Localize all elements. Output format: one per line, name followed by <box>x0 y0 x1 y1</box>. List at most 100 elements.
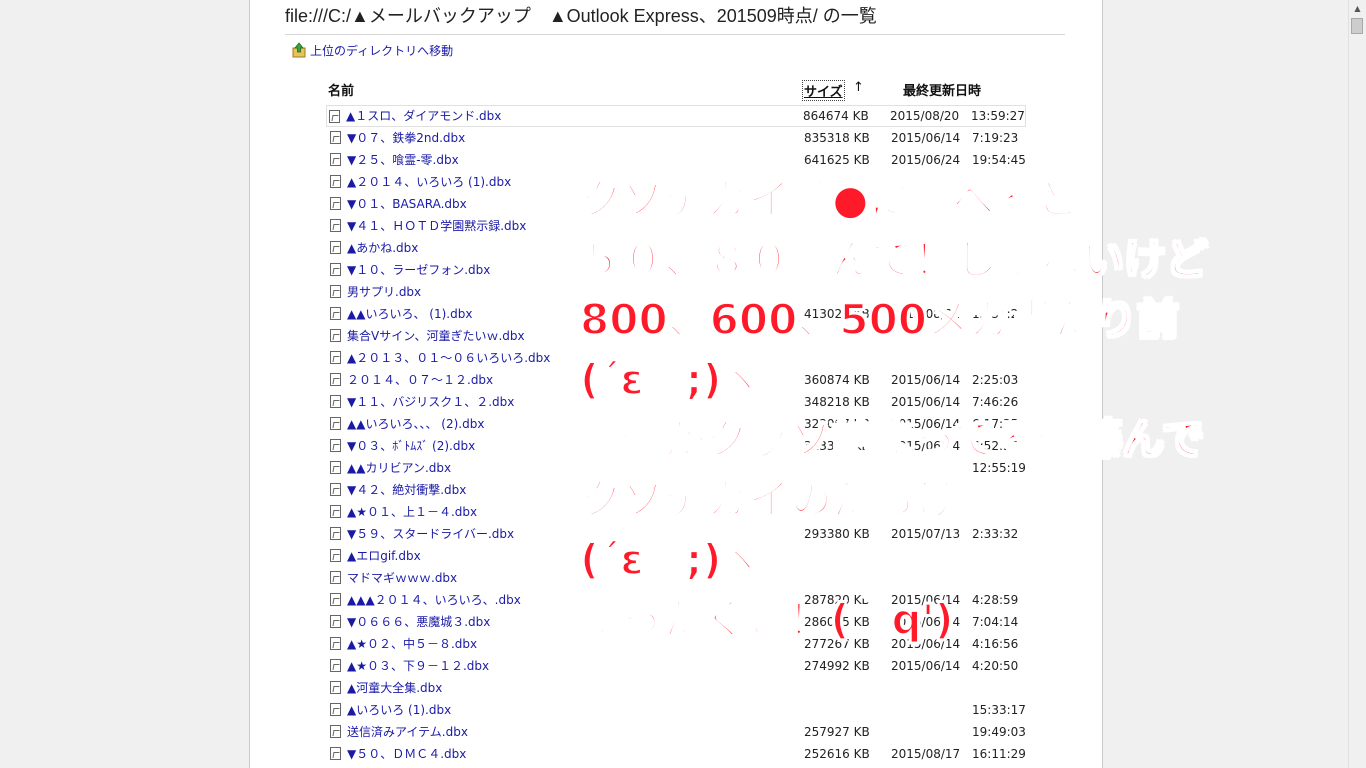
scroll-up-arrow-icon[interactable]: ▲ <box>1349 0 1366 17</box>
file-icon <box>330 681 341 694</box>
file-icon <box>330 505 341 518</box>
file-icon <box>330 549 341 562</box>
file-name-link[interactable]: ▼０６６６、悪魔城３.dbx <box>347 611 490 633</box>
file-icon <box>330 483 341 496</box>
file-name-link[interactable]: ▼０３、ﾎﾞﾄﾑｽﾞ (2).dbx <box>347 435 475 457</box>
file-time: 7:46:26 <box>972 395 1019 409</box>
column-header-size[interactable]: サイズ <box>802 80 845 101</box>
file-size: 274992 KB <box>804 659 870 673</box>
file-time: 6:17:35 <box>972 417 1019 431</box>
file-time: 4:28:59 <box>972 593 1019 607</box>
file-name-link[interactable]: ▲★０１、上１－４.dbx <box>347 501 477 523</box>
file-name-link[interactable]: ２０１４、０７～１２.dbx <box>347 369 493 391</box>
file-name-link[interactable]: ▲河童大全集.dbx <box>347 677 442 699</box>
table-row: ▲▲いろいろ、、、 (2).dbx 323007 KB 2015/06/14 6:17… <box>328 413 1026 435</box>
file-date: 2015/06/14 <box>891 593 961 607</box>
table-row: ▲いろいろ (1).dbx 15:33:17 <box>328 699 1026 721</box>
table-row: ▲▲カリビアン.dbx 12:55:19 <box>328 457 1026 479</box>
file-time: 7:04:14 <box>972 615 1019 629</box>
table-row: ▼５０、ＤＭＣ４.dbx 252616 KB 2015/08/17 16:11:29 <box>328 743 1026 765</box>
file-icon <box>330 175 341 188</box>
file-name-link[interactable]: マドマギｗｗｗ.dbx <box>347 567 457 589</box>
table-row: ▼０３、ﾎﾞﾄﾑｽﾞ (2).dbx 313368 KB 2015/06/14 6:5… <box>328 435 1026 457</box>
file-size: 252616 KB <box>804 747 870 761</box>
file-name-link[interactable]: ▼４１、ＨＯＴＤ学園黙示録.dbx <box>347 215 526 237</box>
file-size: 413027 KB <box>804 307 870 321</box>
table-row: ▲河童大全集.dbx <box>328 677 1026 699</box>
file-name-link[interactable]: 男サプリ.dbx <box>347 281 421 303</box>
file-name-link[interactable]: ▲▲▲２０１４、いろいろ、.dbx <box>347 589 521 611</box>
file-icon <box>330 417 341 430</box>
file-name-link[interactable]: ▲▲いろいろ、、、 (2).dbx <box>347 413 484 435</box>
file-size: 360874 KB <box>804 373 870 387</box>
file-date: 2015/08/21 <box>891 307 961 321</box>
file-name-link[interactable]: ▲★０３、下９－１２.dbx <box>347 655 489 677</box>
file-name-link[interactable]: ▲２０１４、いろいろ (1).dbx <box>347 171 511 193</box>
file-time: 4:16:56 <box>972 637 1019 651</box>
file-icon <box>330 439 341 452</box>
file-size: 277267 KB <box>804 637 870 651</box>
table-row: ▼４１、ＨＯＴＤ学園黙示録.dbx <box>328 215 1026 237</box>
file-icon <box>330 131 341 144</box>
file-icon <box>330 593 341 606</box>
file-date: 2015/06/14 <box>891 373 961 387</box>
column-headers: 名前 サイズ ↑ 最終更新日時 <box>326 80 1026 101</box>
column-header-modified[interactable]: 最終更新日時 <box>903 80 981 99</box>
file-date: 2015/08/20 <box>890 109 960 123</box>
table-row: ▼０１、BASARA.dbx <box>328 193 1026 215</box>
table-row: ▼０７、鉄拳2nd.dbx 835318 KB 2015/06/14 7:19:23 <box>328 127 1026 149</box>
file-name-link[interactable]: ▼０７、鉄拳2nd.dbx <box>347 127 465 149</box>
file-icon <box>330 527 341 540</box>
file-icon <box>330 571 341 584</box>
table-row: ▼４２、絶対衝撃.dbx <box>328 479 1026 501</box>
file-name-link[interactable]: ▼５９、スタードライバー.dbx <box>347 523 514 545</box>
file-date: 2015/06/24 <box>891 153 961 167</box>
file-name-link[interactable]: ▼４２、絶対衝撃.dbx <box>347 479 466 501</box>
table-row: 男サプリ.dbx <box>328 281 1026 303</box>
file-date: 2015/06/14 <box>891 131 961 145</box>
file-date: 2015/06/14 <box>891 417 961 431</box>
file-name-link[interactable]: ▲▲カリビアン.dbx <box>347 457 451 479</box>
table-row: ▲▲▲２０１４、いろいろ、.dbx 287820 KB 2015/06/14 4:28… <box>328 589 1026 611</box>
file-size: 323007 KB <box>804 417 870 431</box>
file-name-link[interactable]: ▼５０、ＤＭＣ４.dbx <box>347 743 466 765</box>
file-name-link[interactable]: ▼１０、ラーゼフォン.dbx <box>347 259 490 281</box>
file-name-link[interactable]: ▲▲いろいろ、 (1).dbx <box>347 303 472 325</box>
file-time: 19:54:45 <box>972 153 1026 167</box>
vertical-scrollbar[interactable]: ▲ <box>1348 0 1366 768</box>
table-row: ▲★０２、中５－８.dbx 277267 KB 2015/06/14 4:16:56 <box>328 633 1026 655</box>
file-icon <box>330 373 341 386</box>
file-name-link[interactable]: ▲エロgif.dbx <box>347 545 421 567</box>
file-name-link[interactable]: ▼２５、喰霊-零.dbx <box>347 149 459 171</box>
table-row: ▲あかね.dbx <box>328 237 1026 259</box>
parent-directory-link[interactable]: 上位のディレクトリへ移動 <box>292 40 453 60</box>
table-row: ▲★０３、下９－１２.dbx 274992 KB 2015/06/14 4:20:50 <box>328 655 1026 677</box>
file-name-link[interactable]: ▲あかね.dbx <box>347 237 418 259</box>
file-date: 2015/08/17 <box>891 747 961 761</box>
file-name-link[interactable]: 送信済みアイテム.dbx <box>347 721 468 743</box>
file-time: 16:11:29 <box>972 747 1026 761</box>
file-icon <box>330 725 341 738</box>
file-name-link[interactable]: ▲１スロ、ダイアモンド.dbx <box>346 106 501 126</box>
folder-up-icon <box>292 42 306 58</box>
file-icon <box>330 263 341 276</box>
file-icon <box>330 395 341 408</box>
file-size: 293380 KB <box>804 527 870 541</box>
table-row: ▼１０、ラーゼフォン.dbx <box>328 259 1026 281</box>
file-time: 7:19:23 <box>972 131 1019 145</box>
file-icon <box>330 461 341 474</box>
column-header-name[interactable]: 名前 <box>328 80 354 99</box>
sort-ascending-icon: ↑ <box>853 80 864 95</box>
file-name-link[interactable]: ▼０１、BASARA.dbx <box>347 193 467 215</box>
file-icon <box>329 110 340 123</box>
file-name-link[interactable]: ▲いろいろ (1).dbx <box>347 699 451 721</box>
file-name-link[interactable]: ▼１１、バジリスク１、２.dbx <box>347 391 514 413</box>
parent-directory-label[interactable]: 上位のディレクトリへ移動 <box>310 42 453 59</box>
file-name-link[interactable]: ▲★０２、中５－８.dbx <box>347 633 477 655</box>
file-size: 641625 KB <box>804 153 870 167</box>
scroll-thumb[interactable] <box>1351 18 1363 34</box>
file-size: 864674 KB <box>803 109 869 123</box>
file-icon <box>330 285 341 298</box>
file-name-link[interactable]: 集合Vサイン、河童ぎたいｗ.dbx <box>347 325 525 347</box>
file-name-link[interactable]: ▲２０１３、０１～０６いろいろ.dbx <box>347 347 550 369</box>
